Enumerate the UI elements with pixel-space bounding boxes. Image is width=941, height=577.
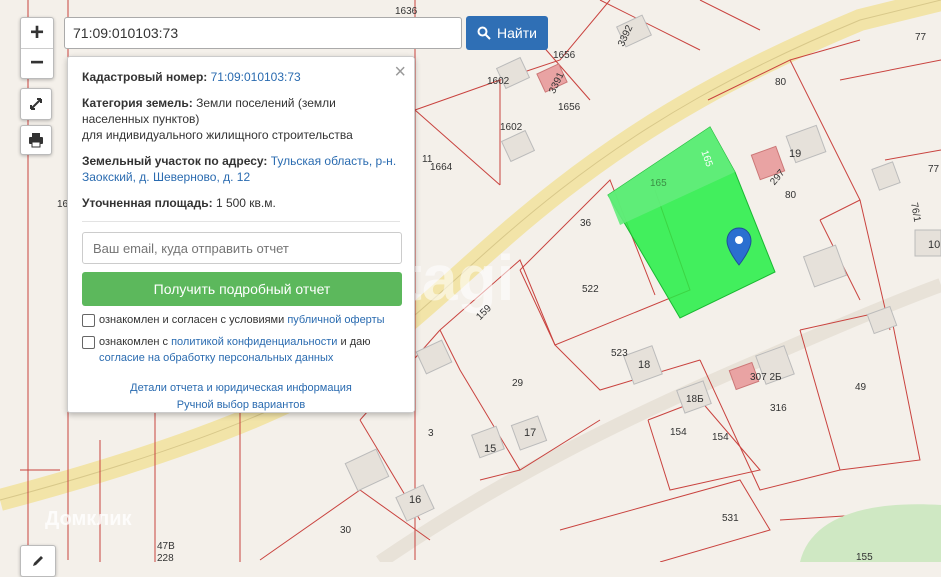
cadastral-number-link[interactable]: 71:09:010103:73 (211, 70, 301, 84)
fullscreen-button[interactable] (20, 88, 52, 120)
agree-privacy-checkbox[interactable]: ознакомлен с политикой конфиденциальност… (82, 334, 400, 366)
land-use-value: для индивидуального жилищного строительс… (82, 128, 353, 142)
land-category-value: населенных пунктов) (82, 112, 200, 126)
parcel-label: 1656 (553, 50, 576, 61)
land-category-label: Категория земель: (82, 96, 193, 110)
parcel-label: 30 (340, 525, 352, 536)
parcel-label: 36 (580, 218, 592, 229)
land-category-row: Категория земель: Земли поселений (земли… (82, 95, 400, 143)
agree-offer-label: ознакомлен и согласен с условиями публич… (99, 314, 385, 326)
report-details-link[interactable]: Детали отчета и юридическая информация (82, 380, 400, 397)
zoom-control[interactable]: + − (20, 17, 54, 79)
expand-icon (30, 98, 42, 110)
address-link[interactable]: Тульская область, р-н. (271, 154, 396, 168)
parcel-label: 3 (428, 428, 434, 439)
parcel-label: 1602 (487, 76, 510, 87)
parcel-label: 523 (611, 348, 628, 359)
parcel-label: 77 (928, 164, 940, 175)
pencil-icon (33, 556, 43, 566)
parcel-label: 316 (770, 403, 787, 414)
parcel-label: 228 (157, 553, 174, 562)
address-row: Земельный участок по адресу: Тульская об… (82, 153, 400, 185)
parcel-label: 154 (712, 432, 729, 443)
parcel-label: 1656 (558, 102, 581, 113)
address-label: Земельный участок по адресу: (82, 154, 268, 168)
parcel-label: 49 (855, 382, 867, 393)
agree-offer-checkbox[interactable]: ознакомлен и согласен с условиями публич… (82, 312, 400, 328)
parcel-label: 77 (915, 32, 927, 43)
search-button-label: Найти (497, 25, 537, 41)
checkbox-icon[interactable] (82, 314, 95, 327)
parcel-label: 1602 (500, 122, 523, 133)
zoom-in-button[interactable]: + (21, 18, 53, 48)
area-label: Уточненная площадь: (82, 196, 213, 210)
checkbox-icon[interactable] (82, 336, 95, 349)
land-category-value: Земли поселений (земли (196, 96, 336, 110)
print-button[interactable] (20, 125, 52, 155)
parcel-label: 1636 (395, 6, 418, 17)
parcel-label: 16 (409, 494, 421, 506)
cadastral-number-label: Кадастровый номер: (82, 70, 208, 84)
parcel-label: 1664 (430, 162, 453, 173)
parcel-label: 15 (484, 443, 496, 455)
email-field[interactable] (82, 232, 402, 264)
search-button[interactable]: Найти (466, 16, 548, 50)
parcel-label: 18Б (686, 394, 704, 405)
get-report-button[interactable]: Получить подробный отчет (82, 272, 402, 306)
parcel-label: 47В (157, 541, 175, 552)
parcel-label: 154 (670, 427, 687, 438)
parcel-label: 155 (856, 552, 873, 562)
parcel-label: 80 (785, 190, 797, 201)
parcel-label: 18 (638, 359, 650, 371)
zoom-out-button[interactable]: − (21, 47, 53, 79)
manual-selection-link[interactable]: Ручной выбор вариантов (82, 397, 400, 414)
address-link[interactable]: Заокский, д. Шеверново, д. 12 (82, 170, 250, 184)
area-row: Уточненная площадь: 1 500 кв.м. (82, 195, 400, 211)
parcel-label: 522 (582, 284, 599, 295)
parcel-label: 165 (650, 178, 667, 189)
parcel-label: 17 (524, 427, 536, 439)
area-value: 1 500 кв.м. (215, 196, 276, 210)
parcel-label: 10 (928, 239, 940, 251)
watermark-domclick: Домклик (45, 508, 132, 530)
search-input[interactable] (64, 17, 462, 49)
parcel-label: 307 2Б (750, 372, 782, 383)
consent-link[interactable]: согласие на обработку персональных данны… (99, 352, 333, 364)
agree-privacy-label: ознакомлен с политикой конфиденциальност… (99, 336, 371, 364)
cadastral-number-row: Кадастровый номер: 71:09:010103:73 (82, 69, 400, 85)
parcel-info-popup: × Кадастровый номер: 71:09:010103:73 Кат… (67, 56, 415, 413)
popup-links: Детали отчета и юридическая информация Р… (82, 380, 400, 414)
parcel-label: 19 (789, 148, 801, 160)
close-icon[interactable]: × (394, 61, 406, 84)
printer-icon (29, 133, 43, 148)
privacy-link[interactable]: политикой конфиденциальности (171, 336, 337, 348)
search-icon (477, 26, 491, 40)
offer-link[interactable]: публичной оферты (287, 314, 384, 326)
parcel-label: 29 (512, 378, 524, 389)
parcel-label: 531 (722, 513, 739, 524)
parcel-label: 80 (775, 77, 787, 88)
divider (82, 221, 400, 222)
draw-button[interactable] (20, 545, 56, 577)
